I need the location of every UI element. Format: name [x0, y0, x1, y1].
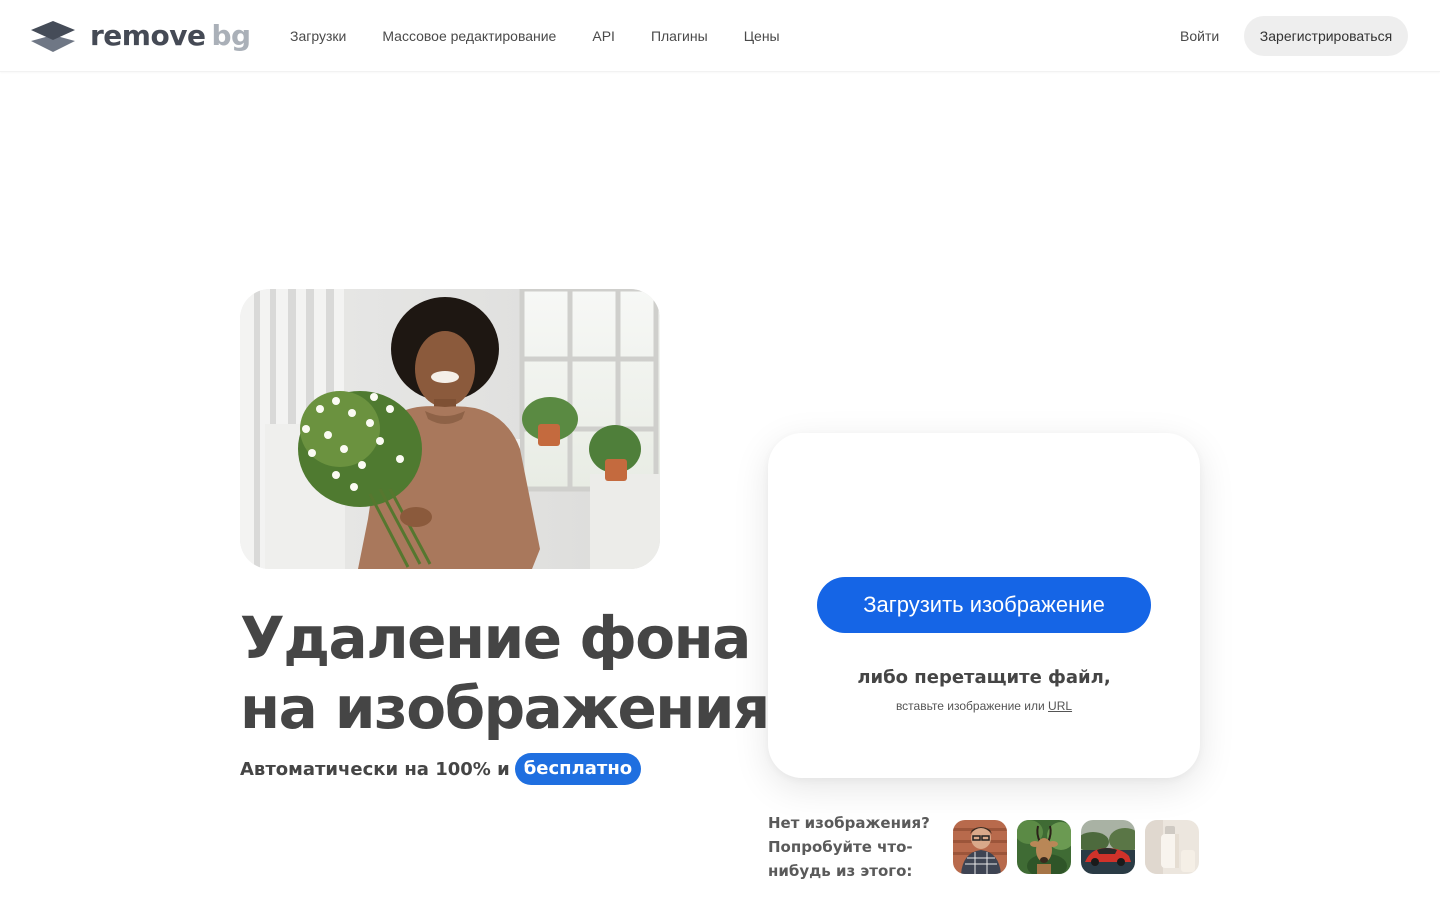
- layers-logo-icon: [31, 21, 75, 52]
- top-navbar: remove bg Загрузки Массовое редактировани…: [0, 0, 1440, 72]
- nav-item-api[interactable]: API: [574, 20, 633, 52]
- logo-wordmark: remove bg: [90, 19, 251, 52]
- sample-thumb-antelope[interactable]: [1017, 820, 1071, 874]
- hero-subtitle-text: Автоматически на 100% и: [240, 758, 510, 780]
- url-link[interactable]: URL: [1048, 699, 1072, 713]
- sample-thumb-car[interactable]: [1081, 820, 1135, 874]
- nav-item-pricing[interactable]: Цены: [726, 20, 798, 52]
- removebg-logo[interactable]: remove bg: [30, 19, 251, 53]
- hero-title: Удаление фона на изображениях: [240, 603, 806, 743]
- samples-label: Нет изображения? Попробуйте что-нибудь и…: [768, 814, 930, 880]
- hero-subtitle: Автоматически на 100% и бесплатно: [240, 752, 642, 786]
- nav-item-bulk-editing[interactable]: Массовое редактирование: [364, 20, 574, 52]
- free-badge: бесплатно: [514, 753, 642, 785]
- upload-image-button[interactable]: Загрузить изображение: [817, 577, 1151, 633]
- main-nav: Загрузки Массовое редактирование API Пла…: [272, 0, 798, 72]
- nav-item-downloads[interactable]: Загрузки: [272, 20, 364, 52]
- nav-item-plugins[interactable]: Плагины: [633, 20, 726, 52]
- sample-thumb-bottle[interactable]: [1145, 820, 1199, 874]
- paste-hint-text: вставьте изображение или: [895, 699, 1045, 713]
- sample-images: [953, 820, 1199, 874]
- login-link[interactable]: Войти: [1164, 20, 1235, 52]
- hero-title-line2: на изображениях: [240, 674, 806, 742]
- sample-thumb-person[interactable]: [953, 820, 1007, 874]
- paste-hint: вставьте изображение или URL: [768, 699, 1200, 713]
- upload-card[interactable]: Загрузить изображение либо перетащите фа…: [768, 433, 1200, 778]
- drop-file-text: либо перетащите файл,: [857, 667, 1111, 688]
- hero-photo-woman-with-flowers: [240, 289, 660, 569]
- hero-title-line1: Удаление фона: [240, 604, 751, 672]
- signup-button[interactable]: Зарегистрироваться: [1244, 16, 1408, 56]
